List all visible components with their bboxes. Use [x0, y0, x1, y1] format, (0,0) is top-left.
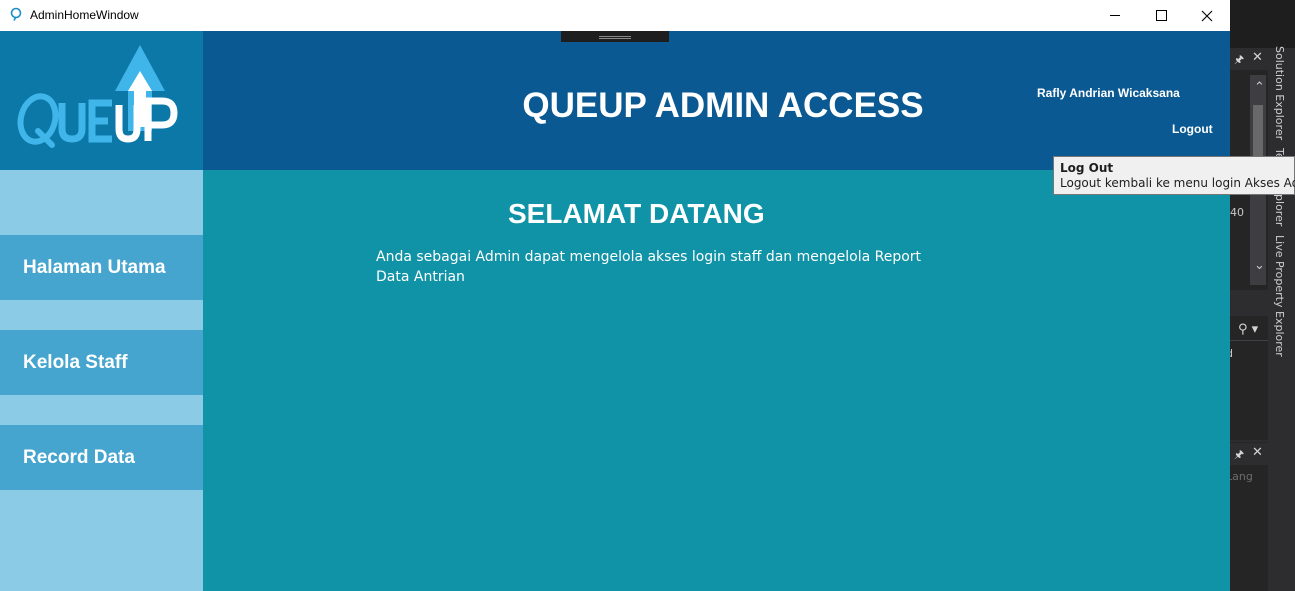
- queup-logo: [17, 45, 178, 148]
- tooltip-body: Logout kembali ke menu login Akses Admin: [1060, 176, 1295, 190]
- ide-grid-header: d: [1226, 340, 1268, 371]
- ide-panel-bottom-titlebar: 🖈 ✕: [1230, 443, 1268, 465]
- maximize-button[interactable]: [1138, 0, 1184, 31]
- window-content: QUEUP ADMIN ACCESS Rafly Andrian Wicaksa…: [0, 31, 1230, 591]
- chevron-up-icon[interactable]: ⌃: [1254, 80, 1265, 95]
- chevron-down-icon[interactable]: ⌄: [1254, 258, 1265, 273]
- maximize-icon: [1155, 10, 1167, 21]
- sidebar-item-kelola-staff[interactable]: Kelola Staff: [0, 330, 203, 395]
- window-titlebar[interactable]: AdminHomeWindow: [0, 0, 1230, 31]
- close-window-button[interactable]: [1184, 0, 1230, 31]
- tooltip-title: Log Out: [1060, 161, 1114, 175]
- pin-icon[interactable]: 🖈: [1234, 446, 1244, 465]
- user-name-label: Rafly Andrian Wicaksana: [1037, 86, 1180, 100]
- main-content: SELAMAT DATANG Anda sebagai Admin dapat …: [203, 170, 1230, 591]
- sidebar: Halaman Utama Kelola Staff Record Data: [0, 170, 203, 591]
- welcome-heading: SELAMAT DATANG: [508, 198, 765, 229]
- search-icon[interactable]: ⚲ ▾: [1238, 322, 1258, 337]
- tab-solution-explorer[interactable]: Solution Explorer: [1273, 46, 1286, 140]
- logout-tooltip: Log Out Logout kembali ke menu login Aks…: [1053, 156, 1295, 195]
- welcome-description: Anda sebagai Admin dapat mengelola akses…: [376, 249, 922, 285]
- minimize-button[interactable]: [1092, 0, 1138, 31]
- logo-area: [0, 31, 203, 170]
- tab-live-property-explorer[interactable]: Live Property Explorer: [1273, 235, 1286, 357]
- close-icon[interactable]: ✕: [1252, 50, 1263, 65]
- minimize-icon: [1110, 15, 1120, 16]
- ide-panel-top-titlebar: 🖈 ✕: [1230, 48, 1268, 70]
- logout-button[interactable]: Logout: [1172, 122, 1213, 136]
- sidebar-item-record-data[interactable]: Record Data: [0, 425, 203, 490]
- ide-partial-text: Lang: [1226, 470, 1253, 483]
- close-icon[interactable]: ✕: [1252, 445, 1263, 460]
- ide-partial-text: 40: [1230, 206, 1244, 219]
- sidebar-item-halaman-utama[interactable]: Halaman Utama: [0, 235, 203, 300]
- pin-icon[interactable]: 🖈: [1234, 51, 1244, 70]
- drag-grip-handle[interactable]: [561, 31, 669, 42]
- window-title: AdminHomeWindow: [30, 8, 139, 22]
- app-icon: [10, 7, 22, 21]
- ide-vertical-tabs: Solution Explorer Team Explorer Live Pro…: [1272, 40, 1292, 360]
- admin-home-window: AdminHomeWindow QUEUP ADMIN ACCESS Rafly…: [0, 0, 1230, 591]
- close-icon: [1201, 10, 1213, 21]
